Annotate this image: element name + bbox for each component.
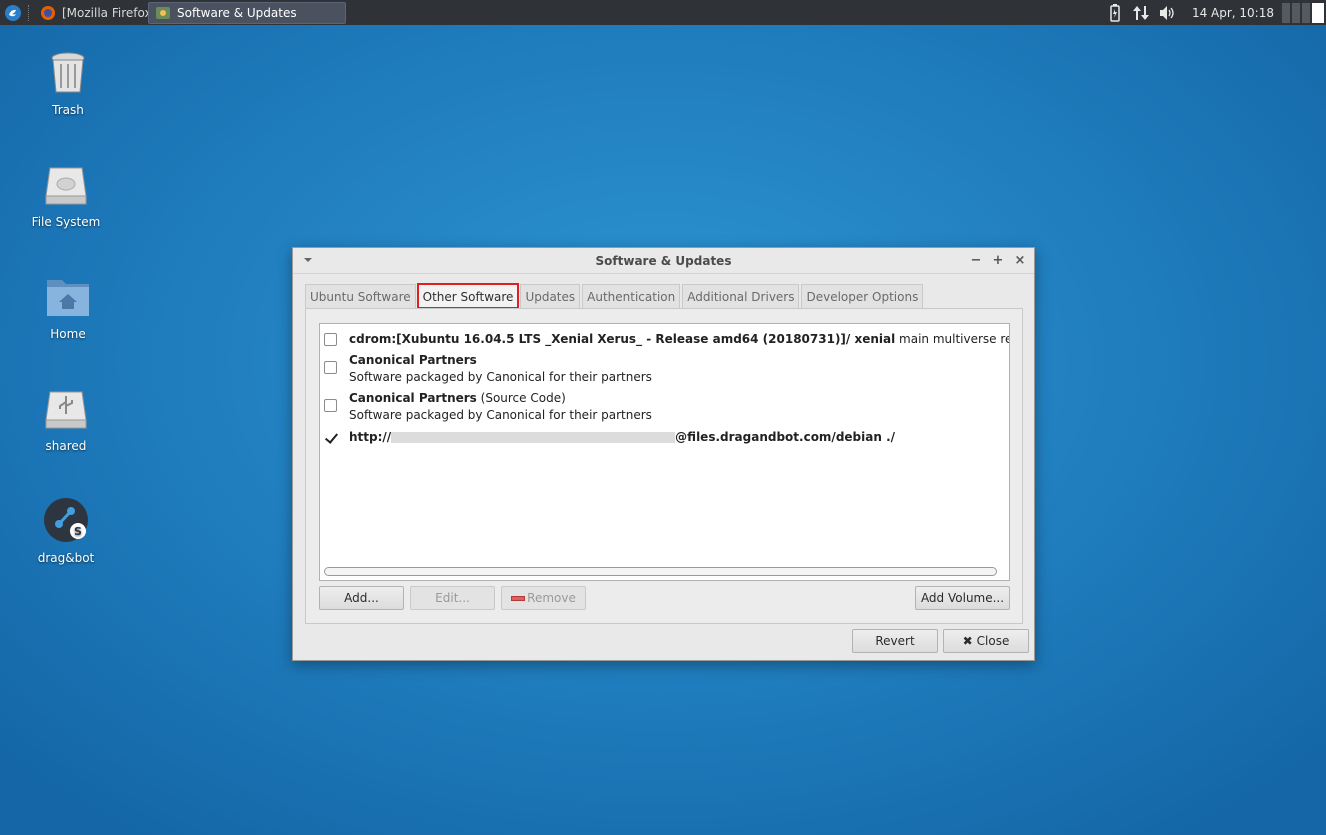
source-qualifier: (Source Code) [476,391,566,405]
software-updates-icon [156,6,170,19]
redacted-credentials [391,432,676,443]
source-components: main multiverse restricted univers [899,332,1009,346]
tab-bar: Ubuntu Software Other Software Updates A… [305,283,925,309]
tab-developer-options[interactable]: Developer Options [801,284,924,308]
workspace-4[interactable] [1312,2,1324,23]
desktop-icon-shared[interactable]: shared [18,384,114,453]
network-icon[interactable] [1132,4,1150,22]
source-checkbox[interactable] [324,361,337,374]
desktop-icon-label: shared [45,439,87,453]
close-button[interactable]: ✖ Close [943,629,1029,653]
remove-button-label: Remove [527,591,576,605]
usb-drive-icon [45,391,87,429]
source-uri-prefix: http:// [349,430,392,444]
task-firefox[interactable]: [Mozilla Firefox] [34,2,162,24]
edit-button[interactable]: Edit... [410,586,495,610]
source-checkbox[interactable] [324,399,337,412]
source-description: Software packaged by Canonical for their… [349,370,652,384]
window-controls: − + × [970,253,1026,268]
desktop-icon-dragandbot[interactable]: S drag&bot [18,496,114,565]
trash-icon [51,52,85,93]
drive-icon [45,167,87,205]
source-checkbox[interactable] [324,431,337,444]
desktop-icon-label: drag&bot [37,551,95,565]
home-folder-icon [47,280,89,316]
horizontal-scrollbar[interactable] [324,567,997,576]
battery-icon[interactable] [1106,3,1124,22]
source-description: Software packaged by Canonical for their… [349,408,652,422]
software-updates-window: Software & Updates − + × Ubuntu Software… [292,247,1035,661]
top-panel: [Mozilla Firefox] Software & Updates 14 … [0,0,1326,25]
close-button-label: Close [976,634,1010,648]
list-item[interactable]: cdrom:[Xubuntu 16.04.5 LTS _Xenial Xerus… [320,331,1009,348]
window-titlebar[interactable]: Software & Updates − + × [293,248,1034,274]
task-label: Software & Updates [177,5,297,20]
tab-other-software[interactable]: Other Software [416,283,520,309]
workspace-switcher[interactable] [1282,2,1324,23]
clock[interactable]: 14 Apr, 10:18 [1192,6,1274,20]
revert-button[interactable]: Revert [852,629,938,653]
source-text: Canonical Partners (Source Code) Softwar… [349,390,652,424]
workspace-1[interactable] [1282,2,1290,23]
remove-icon [511,595,526,601]
firefox-icon [41,5,55,20]
tab-ubuntu-software[interactable]: Ubuntu Software [305,284,416,308]
list-item[interactable]: Canonical Partners Software packaged by … [320,352,1009,386]
source-uri-suffix: @files.dragandbot.com/debian ./ [675,430,896,444]
source-text: Canonical Partners Software packaged by … [349,352,652,386]
svg-text:S: S [74,525,82,538]
source-uri: cdrom:[Xubuntu 16.04.5 LTS _Xenial Xerus… [349,332,896,346]
workspace-3[interactable] [1302,2,1310,23]
close-window-icon[interactable]: × [1014,253,1026,268]
desktop-icon-label: File System [31,215,101,229]
list-item[interactable]: http:// @files.dragandbot.com/debian ./ [320,429,1009,446]
dragandbot-icon: S [44,498,88,542]
task-label: [Mozilla Firefox] [62,5,157,20]
sources-list: cdrom:[Xubuntu 16.04.5 LTS _Xenial Xerus… [319,323,1010,581]
minimize-icon[interactable]: − [970,253,982,268]
source-checkbox[interactable] [324,333,337,346]
task-software-updates[interactable]: Software & Updates [148,1,346,24]
source-name: Canonical Partners [349,353,477,367]
system-tray: 14 Apr, 10:18 [1102,0,1326,25]
window-menu-icon[interactable] [303,257,313,263]
whisker-menu-icon[interactable] [0,0,26,25]
source-text: http:// @files.dragandbot.com/debian ./ [349,429,895,446]
maximize-icon[interactable]: + [992,253,1004,268]
desktop-icon-file-system[interactable]: File System [18,160,114,229]
window-title: Software & Updates [595,253,732,268]
desktop-icon-home[interactable]: Home [20,272,116,341]
tab-authentication[interactable]: Authentication [582,284,681,308]
desktop-icon-trash[interactable]: Trash [20,48,116,117]
desktop-icon-label: Trash [52,103,84,117]
desktop-icon-label: Home [50,327,86,341]
list-item[interactable]: Canonical Partners (Source Code) Softwar… [320,390,1009,424]
tab-additional-drivers[interactable]: Additional Drivers [682,284,800,308]
add-button[interactable]: Add... [319,586,404,610]
other-software-panel: cdrom:[Xubuntu 16.04.5 LTS _Xenial Xerus… [305,308,1023,624]
remove-button[interactable]: Remove [501,586,586,610]
tab-updates[interactable]: Updates [520,284,581,308]
add-volume-button[interactable]: Add Volume... [915,586,1010,610]
source-name: Canonical Partners [349,391,477,405]
source-text: cdrom:[Xubuntu 16.04.5 LTS _Xenial Xerus… [349,331,1009,348]
workspace-2[interactable] [1292,2,1300,23]
volume-icon[interactable] [1158,4,1176,22]
close-x-icon: ✖ [962,634,973,648]
